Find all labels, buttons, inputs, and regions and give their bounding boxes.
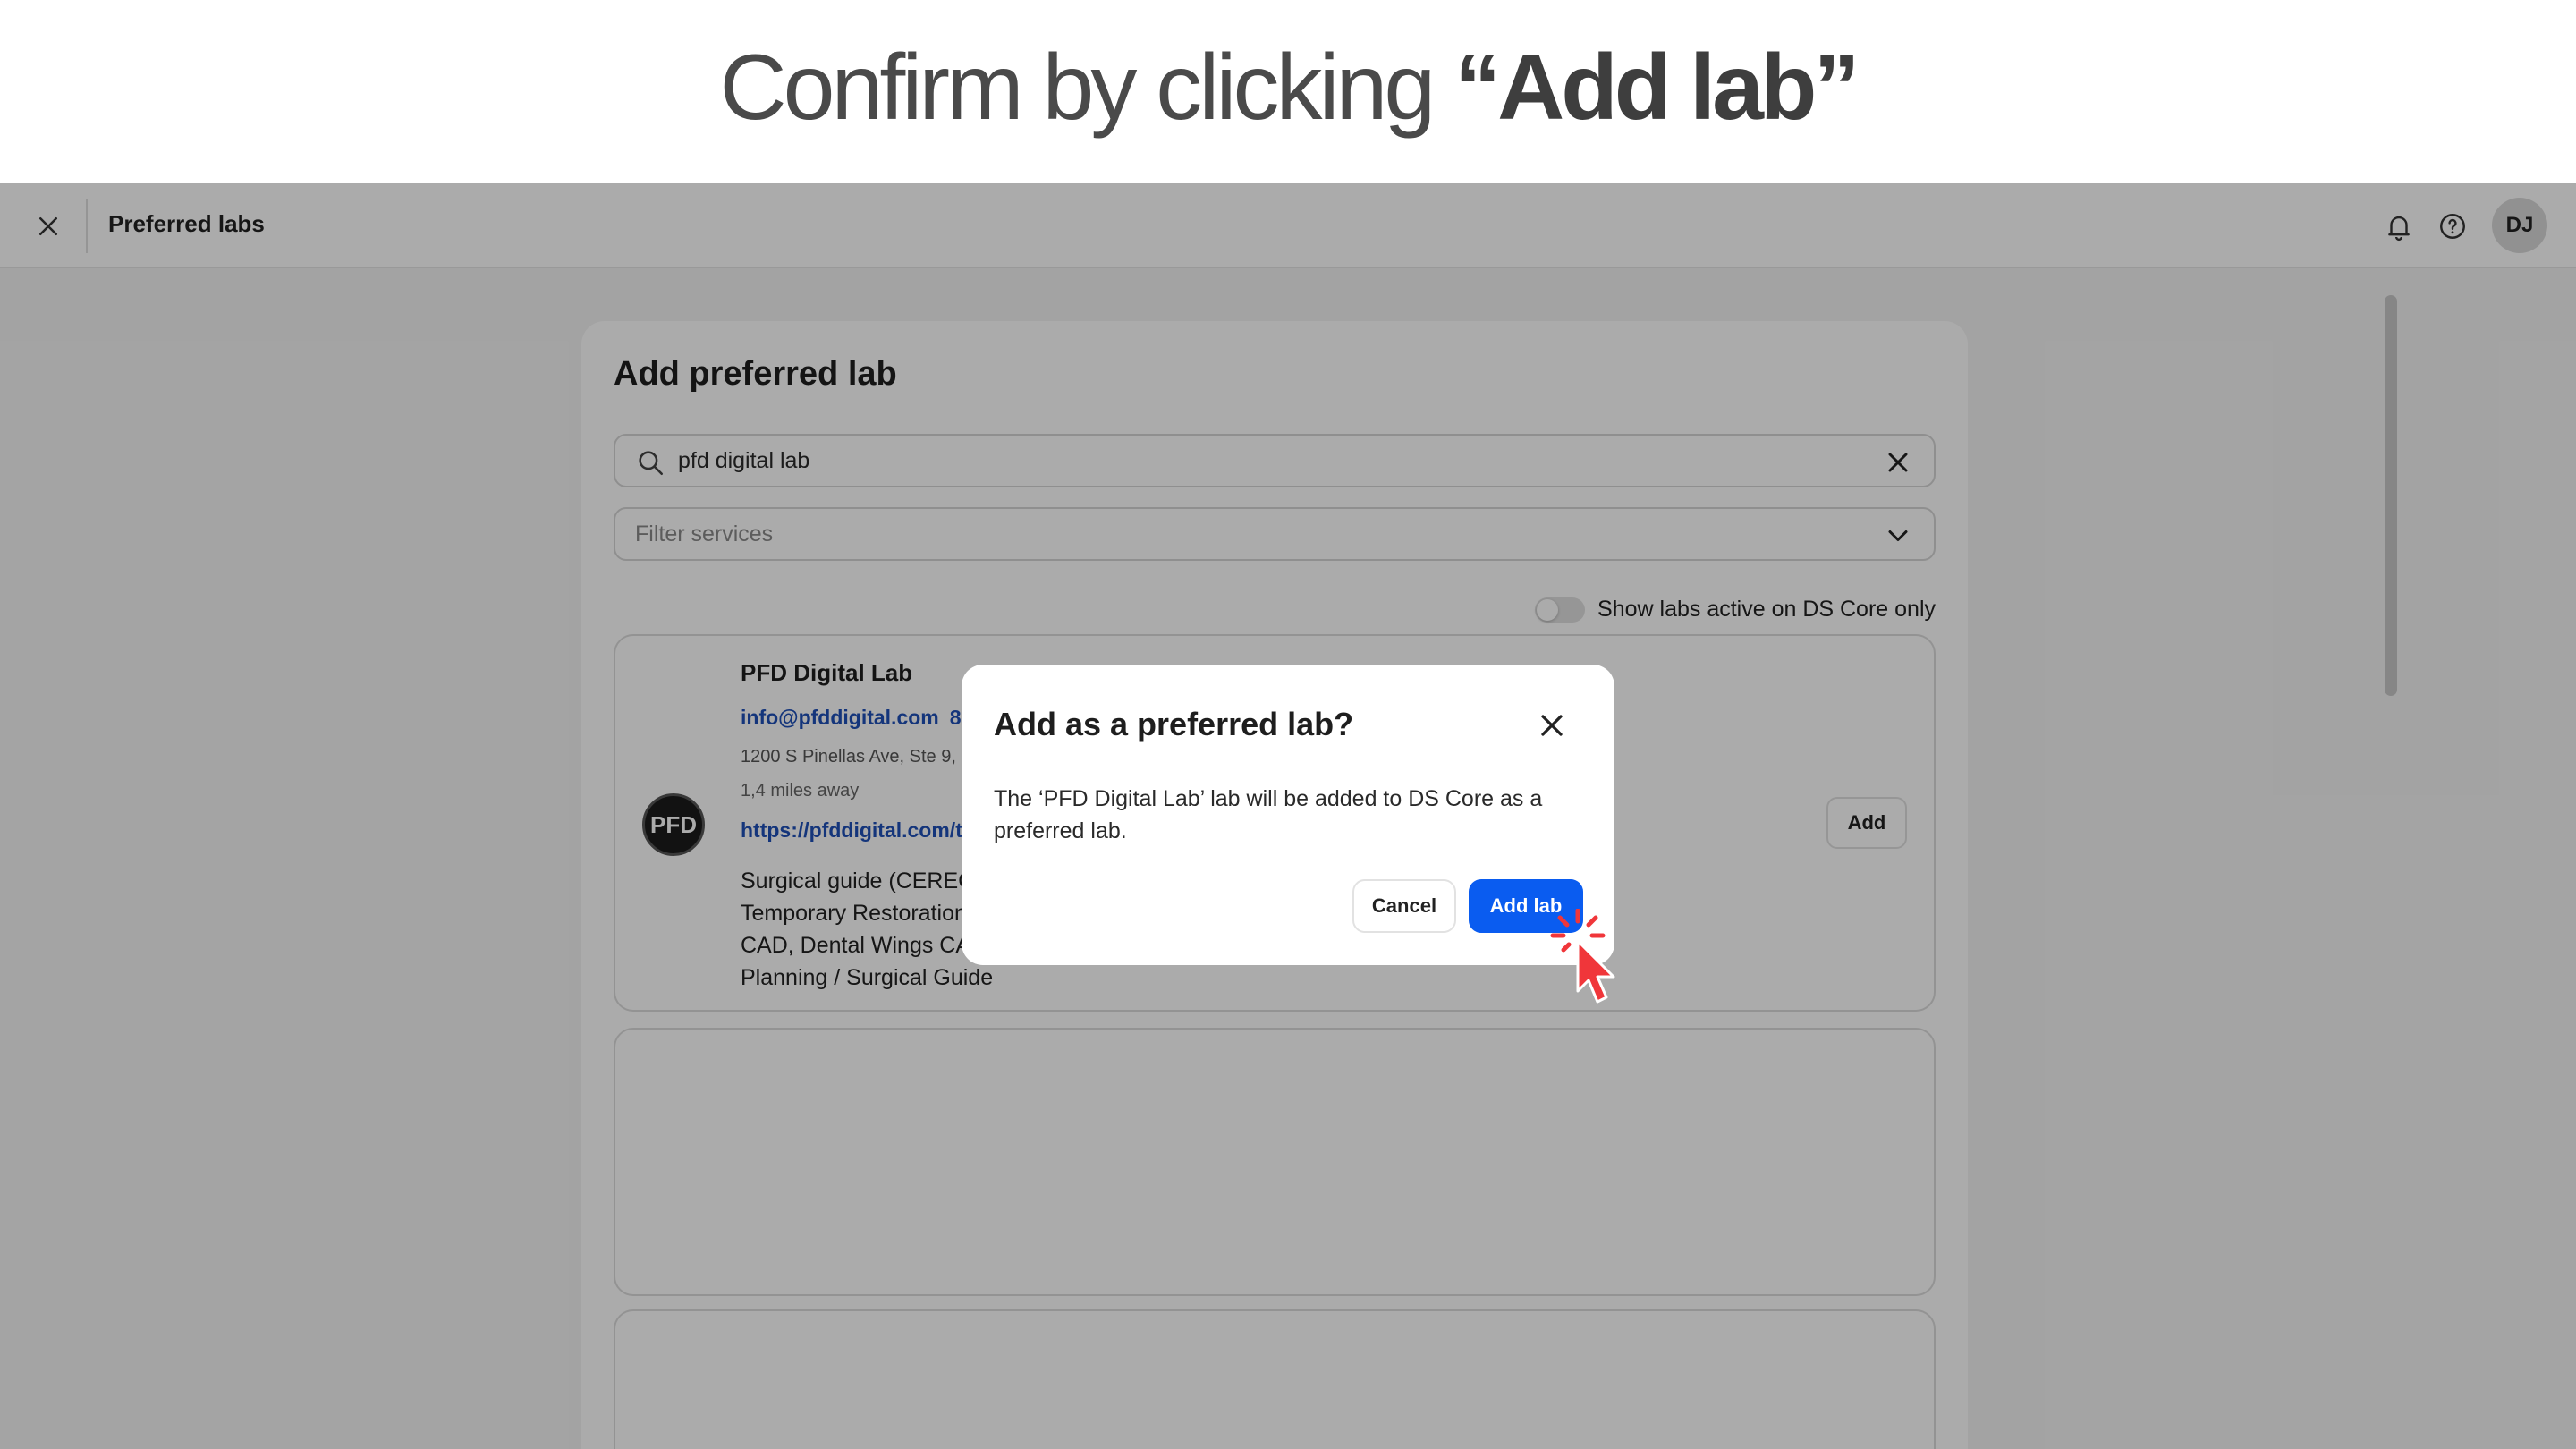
close-icon[interactable] bbox=[1534, 708, 1570, 743]
click-cursor-icon bbox=[1550, 909, 1615, 1004]
dialog-body: The ‘PFD Digital Lab’ lab will be added … bbox=[994, 786, 1543, 843]
confirm-dialog: Add as a preferred lab? The ‘PFD Digital… bbox=[962, 665, 1614, 965]
tutorial-caption-band: Confirm by clicking “Add lab” bbox=[0, 0, 2576, 183]
cancel-button[interactable]: Cancel bbox=[1352, 879, 1456, 933]
caption-text: Confirm by clicking bbox=[719, 35, 1455, 140]
tutorial-caption: Confirm by clicking “Add lab” bbox=[720, 41, 1860, 134]
caption-emphasis: “Add lab” bbox=[1454, 35, 1860, 140]
dialog-title: Add as a preferred lab? bbox=[994, 706, 1354, 742]
